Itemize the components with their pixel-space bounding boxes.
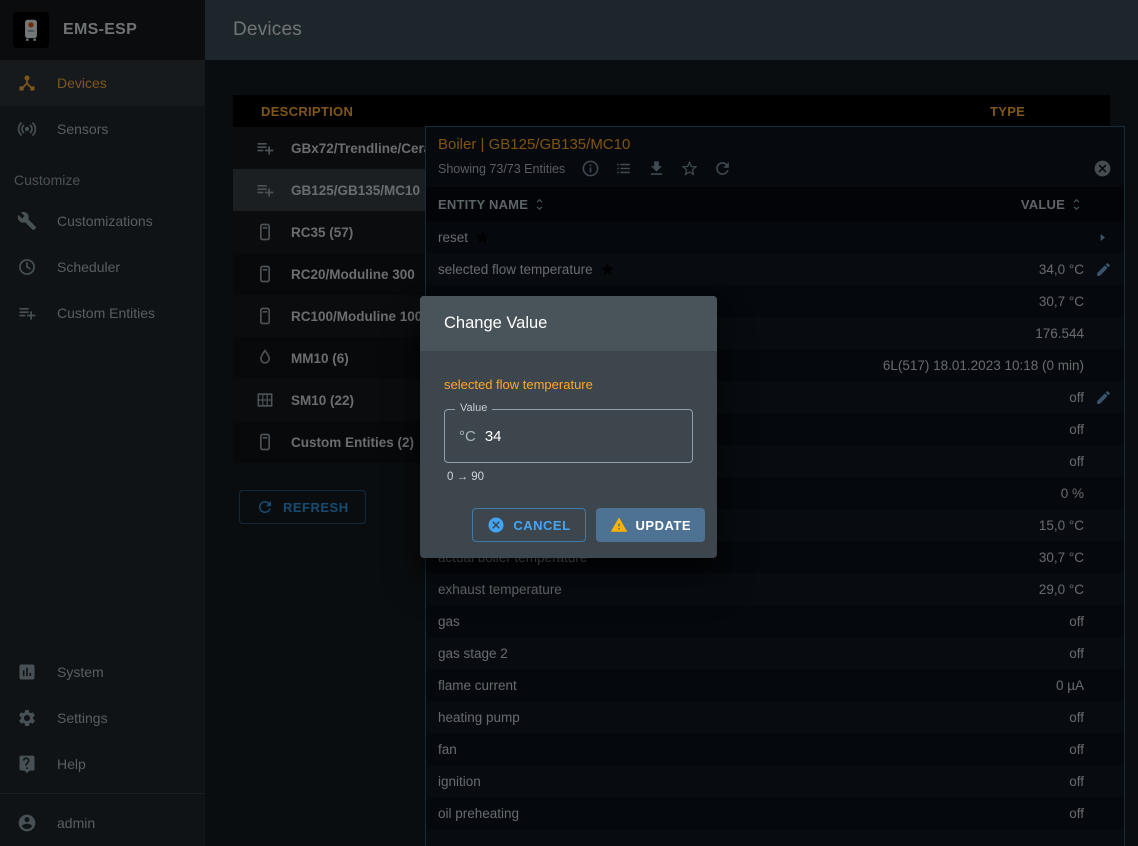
update-button[interactable]: UPDATE: [596, 508, 705, 542]
value-input[interactable]: [485, 428, 678, 445]
warning-icon: [610, 516, 628, 534]
value-field: Value °C: [444, 409, 693, 463]
dialog-actions: CANCEL UPDATE: [420, 483, 717, 558]
cancel-button[interactable]: CANCEL: [472, 508, 585, 542]
change-value-dialog: Change Value selected flow temperature V…: [420, 296, 717, 558]
unit-label: °C: [459, 428, 476, 445]
value-field-label: Value: [455, 402, 492, 414]
dialog-title: Change Value: [420, 296, 717, 351]
dialog-entity-label: selected flow temperature: [444, 377, 693, 392]
cancel-icon: [487, 516, 505, 534]
range-hint: 0 → 90: [444, 471, 693, 483]
